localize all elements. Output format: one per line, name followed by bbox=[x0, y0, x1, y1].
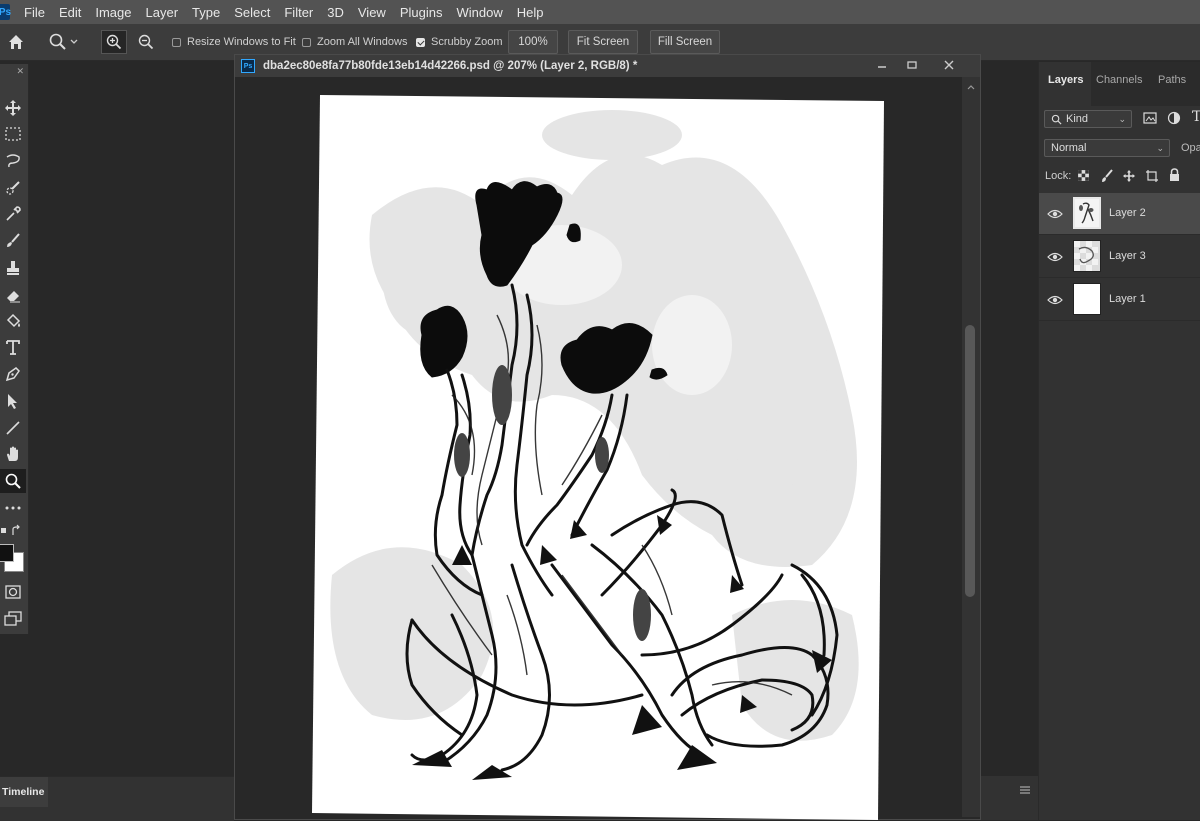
zoom-tool-preset-icon[interactable] bbox=[48, 32, 86, 52]
zoom-percent-field[interactable]: 100% bbox=[508, 30, 558, 54]
screen-mode-icon[interactable] bbox=[0, 606, 26, 630]
zoom-in-icon[interactable] bbox=[101, 30, 127, 54]
tab-timeline[interactable]: Timeline bbox=[0, 777, 48, 807]
lock-transparent-icon[interactable] bbox=[1077, 169, 1090, 185]
layer-thumbnail bbox=[1073, 283, 1101, 315]
maximize-icon[interactable] bbox=[898, 55, 926, 75]
zoom-all-checkbox[interactable]: Zoom All Windows bbox=[302, 36, 407, 48]
lasso-tool-icon[interactable] bbox=[0, 149, 26, 173]
clone-stamp-tool-icon[interactable] bbox=[0, 256, 26, 280]
foreground-color-swatch[interactable] bbox=[0, 544, 14, 562]
chevron-down-icon: ⌄ bbox=[1156, 142, 1164, 153]
checkbox-box bbox=[172, 37, 181, 47]
path-selection-tool-icon[interactable] bbox=[0, 389, 26, 413]
layers-panel: Layers Channels Paths Kind ⌄ T Normal ⌄ … bbox=[1038, 62, 1200, 820]
lock-position-icon[interactable] bbox=[1122, 169, 1136, 186]
pixel-filter-icon[interactable] bbox=[1143, 111, 1157, 128]
eye-icon[interactable] bbox=[1047, 249, 1063, 265]
zoom-out-icon[interactable] bbox=[133, 30, 159, 54]
lock-label: Lock: bbox=[1045, 170, 1072, 182]
eye-icon[interactable] bbox=[1047, 206, 1063, 222]
panel-menu-strip bbox=[981, 776, 1038, 820]
vertical-scrollbar[interactable] bbox=[962, 77, 980, 817]
lock-all-icon[interactable] bbox=[1168, 168, 1181, 185]
document-ps-icon: Ps bbox=[241, 59, 255, 73]
checkbox-box-checked bbox=[416, 37, 425, 47]
quick-mask-icon[interactable] bbox=[0, 580, 26, 604]
scrubby-zoom-checkbox[interactable]: Scrubby Zoom bbox=[416, 36, 503, 48]
lock-artboard-icon[interactable] bbox=[1145, 169, 1159, 186]
layer-row-layer-1[interactable]: Layer 1 bbox=[1039, 279, 1200, 321]
paint-bucket-tool-icon[interactable] bbox=[0, 309, 26, 333]
swap-colors-icon[interactable] bbox=[0, 524, 26, 538]
tab-layers[interactable]: Layers bbox=[1048, 74, 1083, 86]
more-tools-icon[interactable] bbox=[0, 496, 26, 520]
scrubby-zoom-label: Scrubby Zoom bbox=[431, 36, 503, 48]
eye-icon[interactable] bbox=[1047, 292, 1063, 308]
panel-menu-icon[interactable] bbox=[1019, 784, 1031, 798]
menu-3d[interactable]: 3D bbox=[327, 5, 344, 20]
type-filter-icon[interactable]: T bbox=[1192, 109, 1200, 125]
menu-filter[interactable]: Filter bbox=[284, 5, 313, 20]
layer-thumbnail bbox=[1073, 197, 1101, 229]
quick-selection-tool-icon[interactable] bbox=[0, 176, 26, 200]
checkbox-box bbox=[302, 37, 311, 47]
menu-select[interactable]: Select bbox=[234, 5, 270, 20]
layer-name[interactable]: Layer 1 bbox=[1109, 293, 1146, 305]
minimize-icon[interactable] bbox=[868, 55, 896, 75]
home-icon[interactable] bbox=[6, 32, 28, 52]
lock-pixels-icon[interactable] bbox=[1100, 169, 1114, 186]
menu-edit[interactable]: Edit bbox=[59, 5, 81, 20]
menu-bar: Ps File Edit Image Layer Type Select Fil… bbox=[0, 0, 1200, 24]
layer-name[interactable]: Layer 3 bbox=[1109, 250, 1146, 262]
opacity-label: Opa bbox=[1181, 142, 1200, 154]
marquee-tool-icon[interactable] bbox=[0, 122, 26, 146]
scrollbar-thumb[interactable] bbox=[965, 325, 975, 597]
layer-thumbnail bbox=[1073, 240, 1101, 272]
type-tool-icon[interactable] bbox=[0, 335, 26, 359]
eyedropper-tool-icon[interactable] bbox=[0, 202, 26, 226]
resize-windows-label: Resize Windows to Fit bbox=[187, 36, 296, 48]
scroll-up-icon[interactable] bbox=[966, 81, 976, 91]
adjustment-filter-icon[interactable] bbox=[1167, 111, 1181, 128]
close-icon[interactable] bbox=[935, 55, 963, 75]
menu-window[interactable]: Window bbox=[456, 5, 502, 20]
blend-mode-dropdown[interactable]: Normal ⌄ bbox=[1044, 139, 1170, 157]
pen-tool-icon[interactable] bbox=[0, 362, 26, 386]
line-tool-icon[interactable] bbox=[0, 416, 26, 440]
layer-name[interactable]: Layer 2 bbox=[1109, 207, 1146, 219]
photoshop-logo: Ps bbox=[0, 4, 11, 20]
timeline-panel: Timeline bbox=[0, 776, 234, 821]
menu-layer[interactable]: Layer bbox=[146, 5, 179, 20]
chevron-down-icon: ⌄ bbox=[1118, 113, 1126, 124]
toolbox-close-icon[interactable]: ✕ bbox=[0, 66, 28, 78]
move-tool-icon[interactable] bbox=[0, 96, 26, 120]
blend-mode-value: Normal bbox=[1051, 142, 1087, 154]
tab-paths[interactable]: Paths bbox=[1158, 74, 1186, 86]
brush-tool-icon[interactable] bbox=[0, 229, 26, 253]
kind-filter-dropdown[interactable]: Kind ⌄ bbox=[1044, 110, 1132, 128]
fit-screen-button[interactable]: Fit Screen bbox=[568, 30, 638, 54]
zoom-all-label: Zoom All Windows bbox=[317, 36, 408, 48]
toolbox: ✕ bbox=[0, 64, 29, 634]
resize-windows-checkbox[interactable]: Resize Windows to Fit bbox=[172, 36, 296, 48]
canvas-artwork[interactable] bbox=[312, 95, 884, 820]
search-icon bbox=[1051, 114, 1062, 125]
layer-row-layer-3[interactable]: Layer 3 bbox=[1039, 236, 1200, 278]
fill-screen-button[interactable]: Fill Screen bbox=[650, 30, 720, 54]
document-tab[interactable]: Ps dba2ec80e8fa77b80fde13eb14d42266.psd … bbox=[235, 55, 980, 77]
kind-filter-label: Kind bbox=[1066, 113, 1089, 125]
tab-channels[interactable]: Channels bbox=[1096, 74, 1142, 86]
menu-help[interactable]: Help bbox=[517, 5, 544, 20]
menu-type[interactable]: Type bbox=[192, 5, 220, 20]
eraser-tool-icon[interactable] bbox=[0, 283, 26, 307]
menu-file[interactable]: File bbox=[24, 5, 45, 20]
hand-tool-icon[interactable] bbox=[0, 442, 26, 466]
menu-view[interactable]: View bbox=[358, 5, 386, 20]
document-title: dba2ec80e8fa77b80fde13eb14d42266.psd @ 2… bbox=[263, 60, 638, 72]
layer-row-layer-2[interactable]: Layer 2 bbox=[1039, 193, 1200, 235]
menu-plugins[interactable]: Plugins bbox=[400, 5, 443, 20]
zoom-tool-icon[interactable] bbox=[0, 469, 26, 493]
menu-image[interactable]: Image bbox=[95, 5, 131, 20]
